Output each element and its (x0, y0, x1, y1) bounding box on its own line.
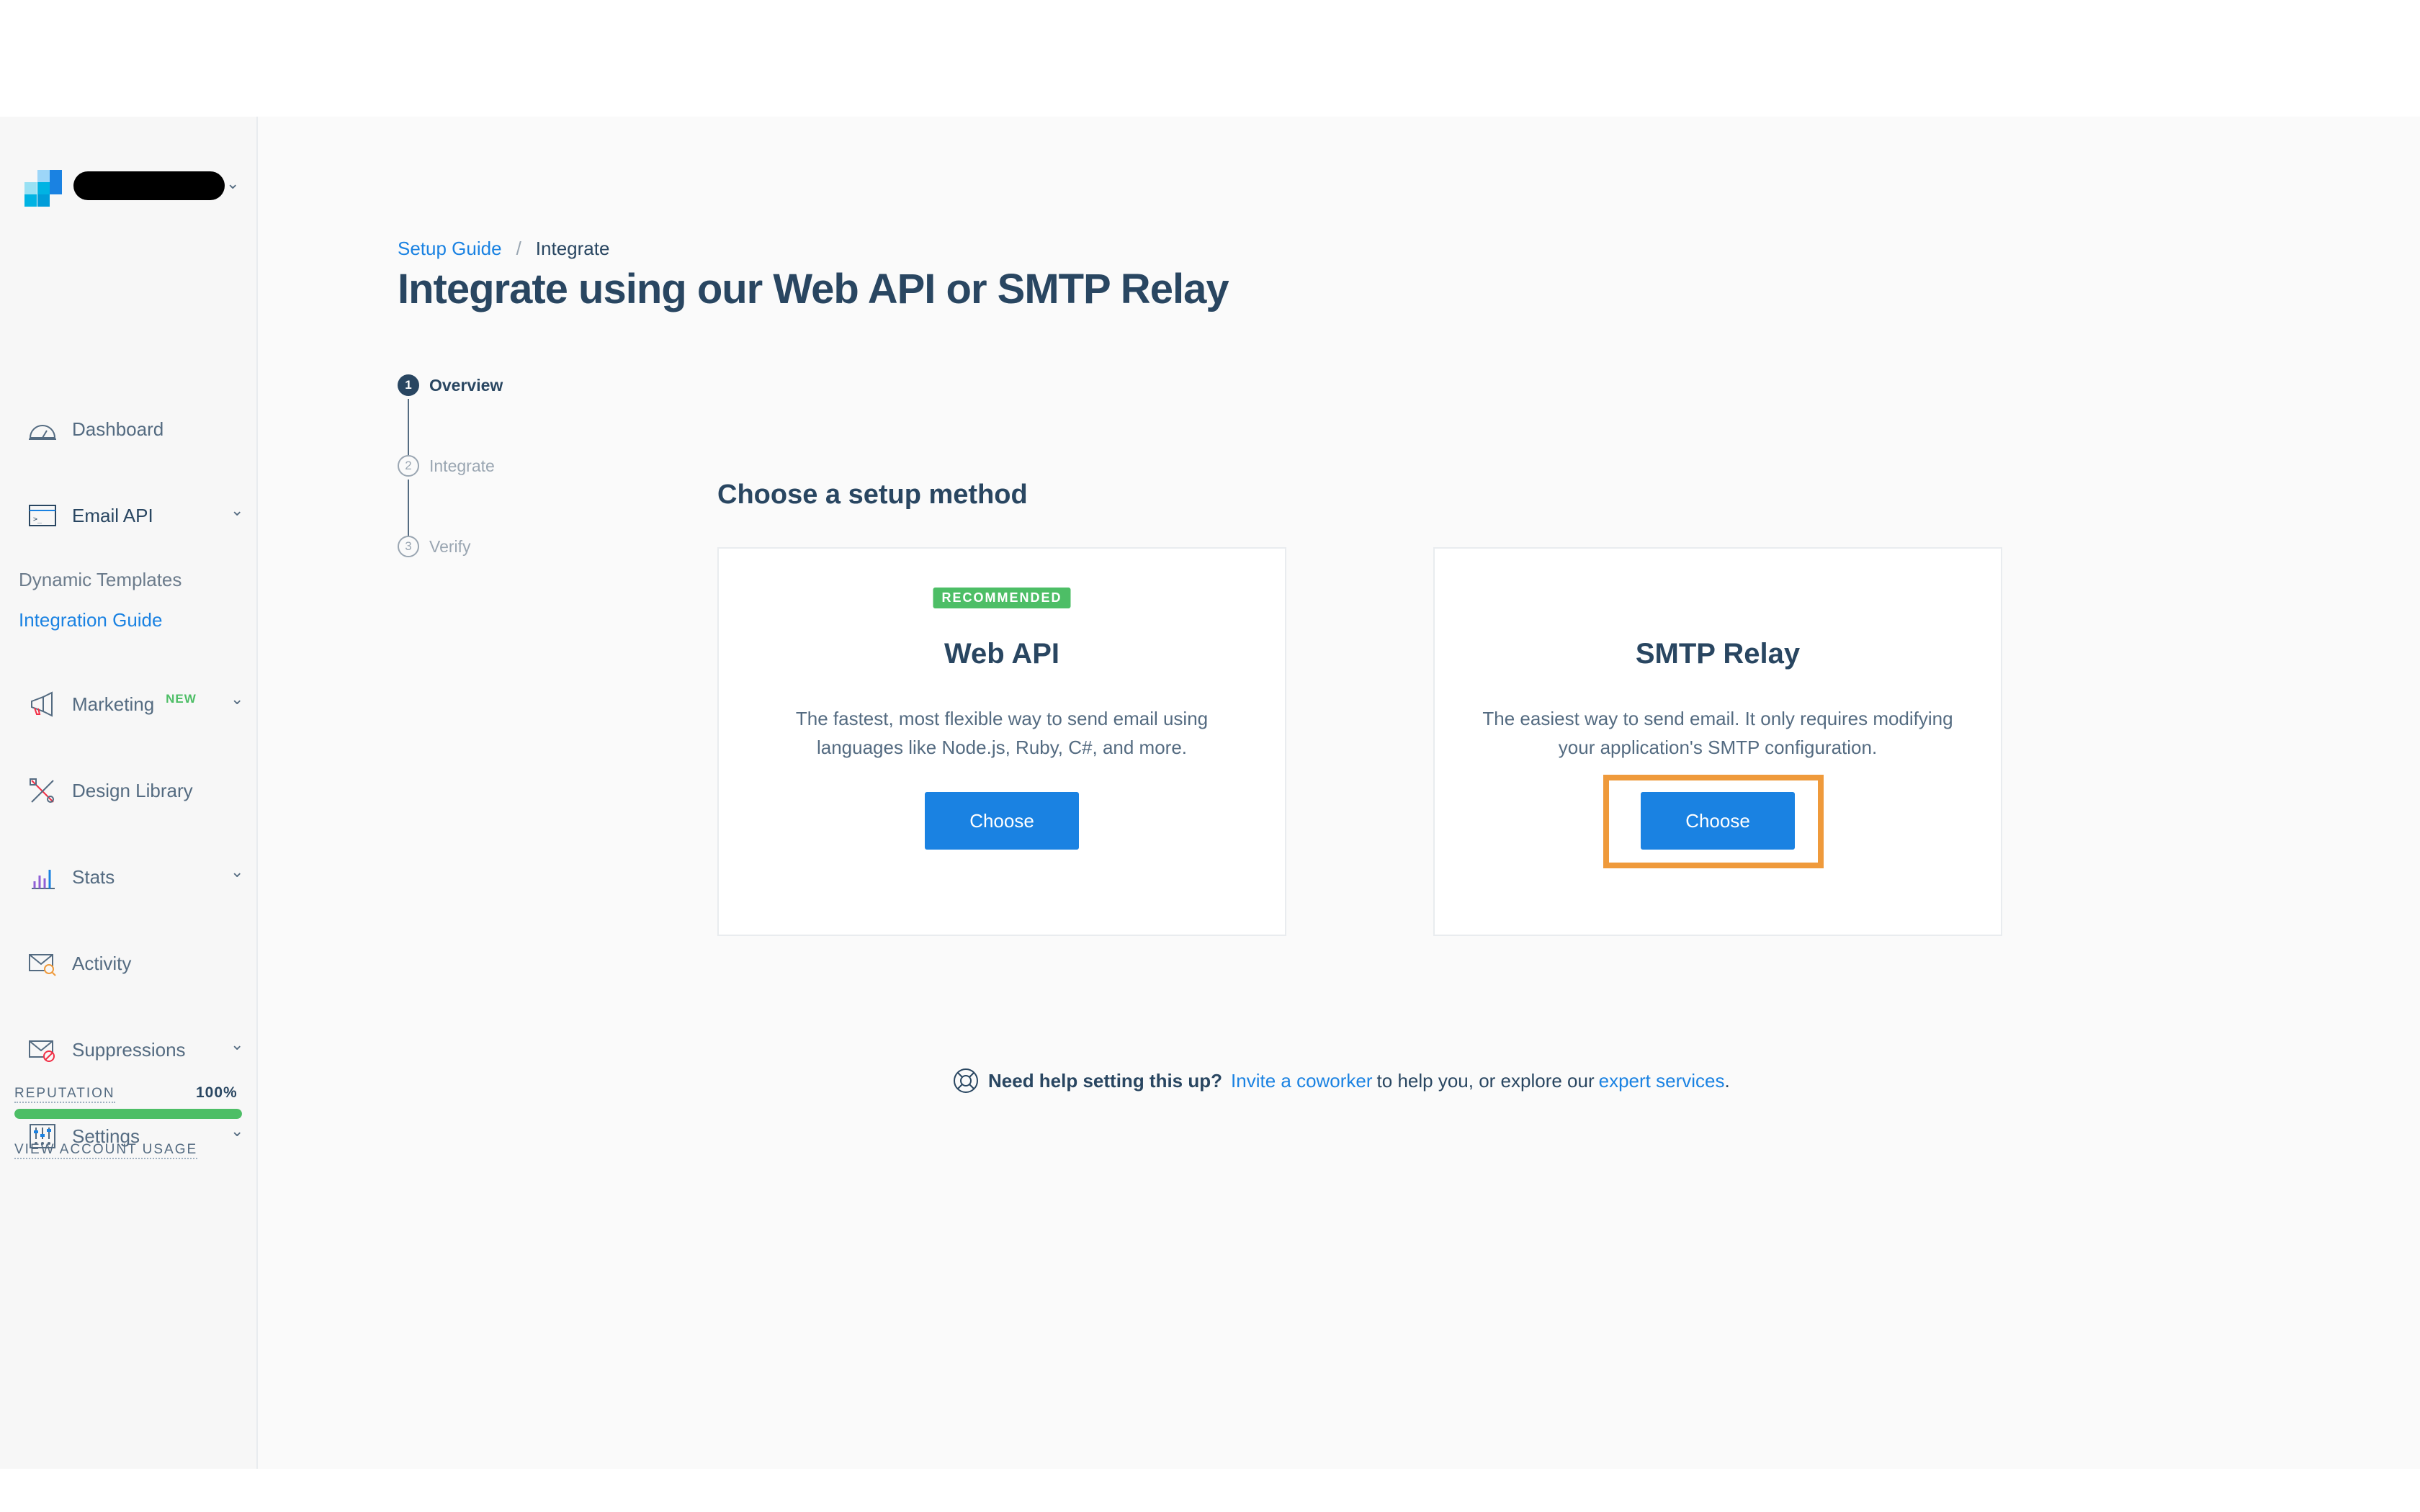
new-badge: NEW (166, 692, 197, 706)
breadcrumb-current: Integrate (535, 238, 610, 259)
suppression-mail-block-icon (27, 1035, 58, 1064)
step-label: Integrate (429, 456, 495, 475)
view-account-usage-link[interactable]: VIEW ACCOUNT USAGE (14, 1142, 198, 1159)
reputation-progress-bar (14, 1109, 242, 1119)
sidebar-subitem-integration-guide[interactable]: Integration Guide (19, 609, 162, 631)
reputation-value: 100% (196, 1084, 238, 1101)
email-api-icon: >_ (27, 501, 58, 530)
card-description: The fastest, most flexible way to send e… (795, 708, 1209, 758)
invite-coworker-link[interactable]: Invite a coworker (1231, 1070, 1373, 1092)
help-line: Need help setting this up? Invite a cowo… (952, 1067, 1730, 1094)
expert-services-link[interactable]: expert services (1599, 1070, 1725, 1092)
sidebar: ⌄ Dashboard >_ Email API ⌄ Dynamic Templ… (0, 117, 258, 1469)
sidebar-item-label: Activity (72, 952, 132, 974)
card-title: SMTP Relay (1635, 638, 1801, 670)
megaphone-icon (27, 690, 58, 719)
choose-web-api-button[interactable]: Choose (925, 792, 1079, 850)
sidebar-item-stats[interactable]: Stats (27, 863, 115, 891)
stats-chart-icon (27, 863, 58, 891)
help-text: to help you, or explore our (1376, 1069, 1595, 1092)
chevron-down-icon[interactable]: ⌄ (230, 501, 243, 520)
step-verify: 3 Verify (398, 536, 471, 557)
account-chevron-down-icon[interactable]: ⌄ (226, 174, 239, 193)
section-title: Choose a setup method (717, 480, 1028, 510)
activity-mail-search-icon (27, 949, 58, 978)
step-label: Verify (429, 536, 471, 556)
card-description: The easiest way to send email. It only r… (1482, 708, 1953, 758)
breadcrumb-setup-guide-link[interactable]: Setup Guide (398, 238, 502, 260)
design-tools-icon (27, 776, 58, 805)
sidebar-item-dashboard[interactable]: Dashboard (27, 415, 163, 444)
reputation-progress-fill (14, 1109, 242, 1119)
step-integrate: 2 Integrate (398, 455, 495, 477)
bottom-strip (0, 1469, 2420, 1512)
sidebar-item-label: Marketing (72, 693, 155, 715)
step-overview: 1 Overview (398, 374, 503, 396)
sidebar-item-activity[interactable]: Activity (27, 949, 131, 978)
sidebar-item-label: Dashboard (72, 418, 164, 440)
step-number: 3 (398, 536, 419, 557)
step-connector (408, 480, 409, 537)
step-label: Overview (429, 375, 503, 395)
chevron-down-icon[interactable]: ⌄ (230, 1122, 243, 1140)
web-api-card: RECOMMENDED Web API The fastest, most fl… (717, 547, 1286, 936)
reputation-label[interactable]: REPUTATION (14, 1086, 115, 1103)
step-number: 2 (398, 455, 419, 477)
highlight-annotation-box (1603, 775, 1824, 868)
recommended-badge: RECOMMENDED (933, 588, 1071, 608)
chevron-down-icon[interactable]: ⌄ (230, 690, 243, 708)
brand-logo[interactable] (24, 170, 62, 207)
breadcrumb-separator: / (516, 238, 521, 259)
help-end: . (1724, 1069, 1730, 1092)
lifebuoy-icon (954, 1068, 978, 1093)
chevron-down-icon[interactable]: ⌄ (230, 863, 243, 881)
card-title: Web API (944, 638, 1060, 670)
step-connector (408, 399, 409, 456)
help-question: Need help setting this up? (988, 1069, 1223, 1092)
sidebar-item-label: Suppressions (72, 1038, 186, 1061)
breadcrumb: Setup Guide / Integrate (398, 238, 609, 260)
app-window: ⌄ Dashboard >_ Email API ⌄ Dynamic Templ… (0, 117, 2420, 1469)
dashboard-icon (27, 415, 58, 444)
svg-text:>_: >_ (33, 516, 42, 523)
sidebar-subitem-dynamic-templates[interactable]: Dynamic Templates (19, 569, 182, 591)
smtp-relay-card: SMTP Relay The easiest way to send email… (1433, 547, 2002, 936)
sidebar-item-marketing[interactable]: Marketing NEW (27, 690, 197, 719)
page-title: Integrate using our Web API or SMTP Rela… (398, 266, 1229, 312)
sidebar-item-email-api[interactable]: >_ Email API (27, 501, 153, 530)
sidebar-item-label: Stats (72, 865, 115, 888)
sidebar-item-suppressions[interactable]: Suppressions (27, 1035, 186, 1064)
step-number: 1 (398, 374, 419, 396)
sidebar-item-label: Design Library (72, 779, 193, 801)
account-name-redacted[interactable] (73, 171, 225, 200)
sidebar-item-label: Email API (72, 504, 153, 526)
chevron-down-icon[interactable]: ⌄ (230, 1035, 243, 1054)
sidebar-item-design-library[interactable]: Design Library (27, 776, 193, 805)
